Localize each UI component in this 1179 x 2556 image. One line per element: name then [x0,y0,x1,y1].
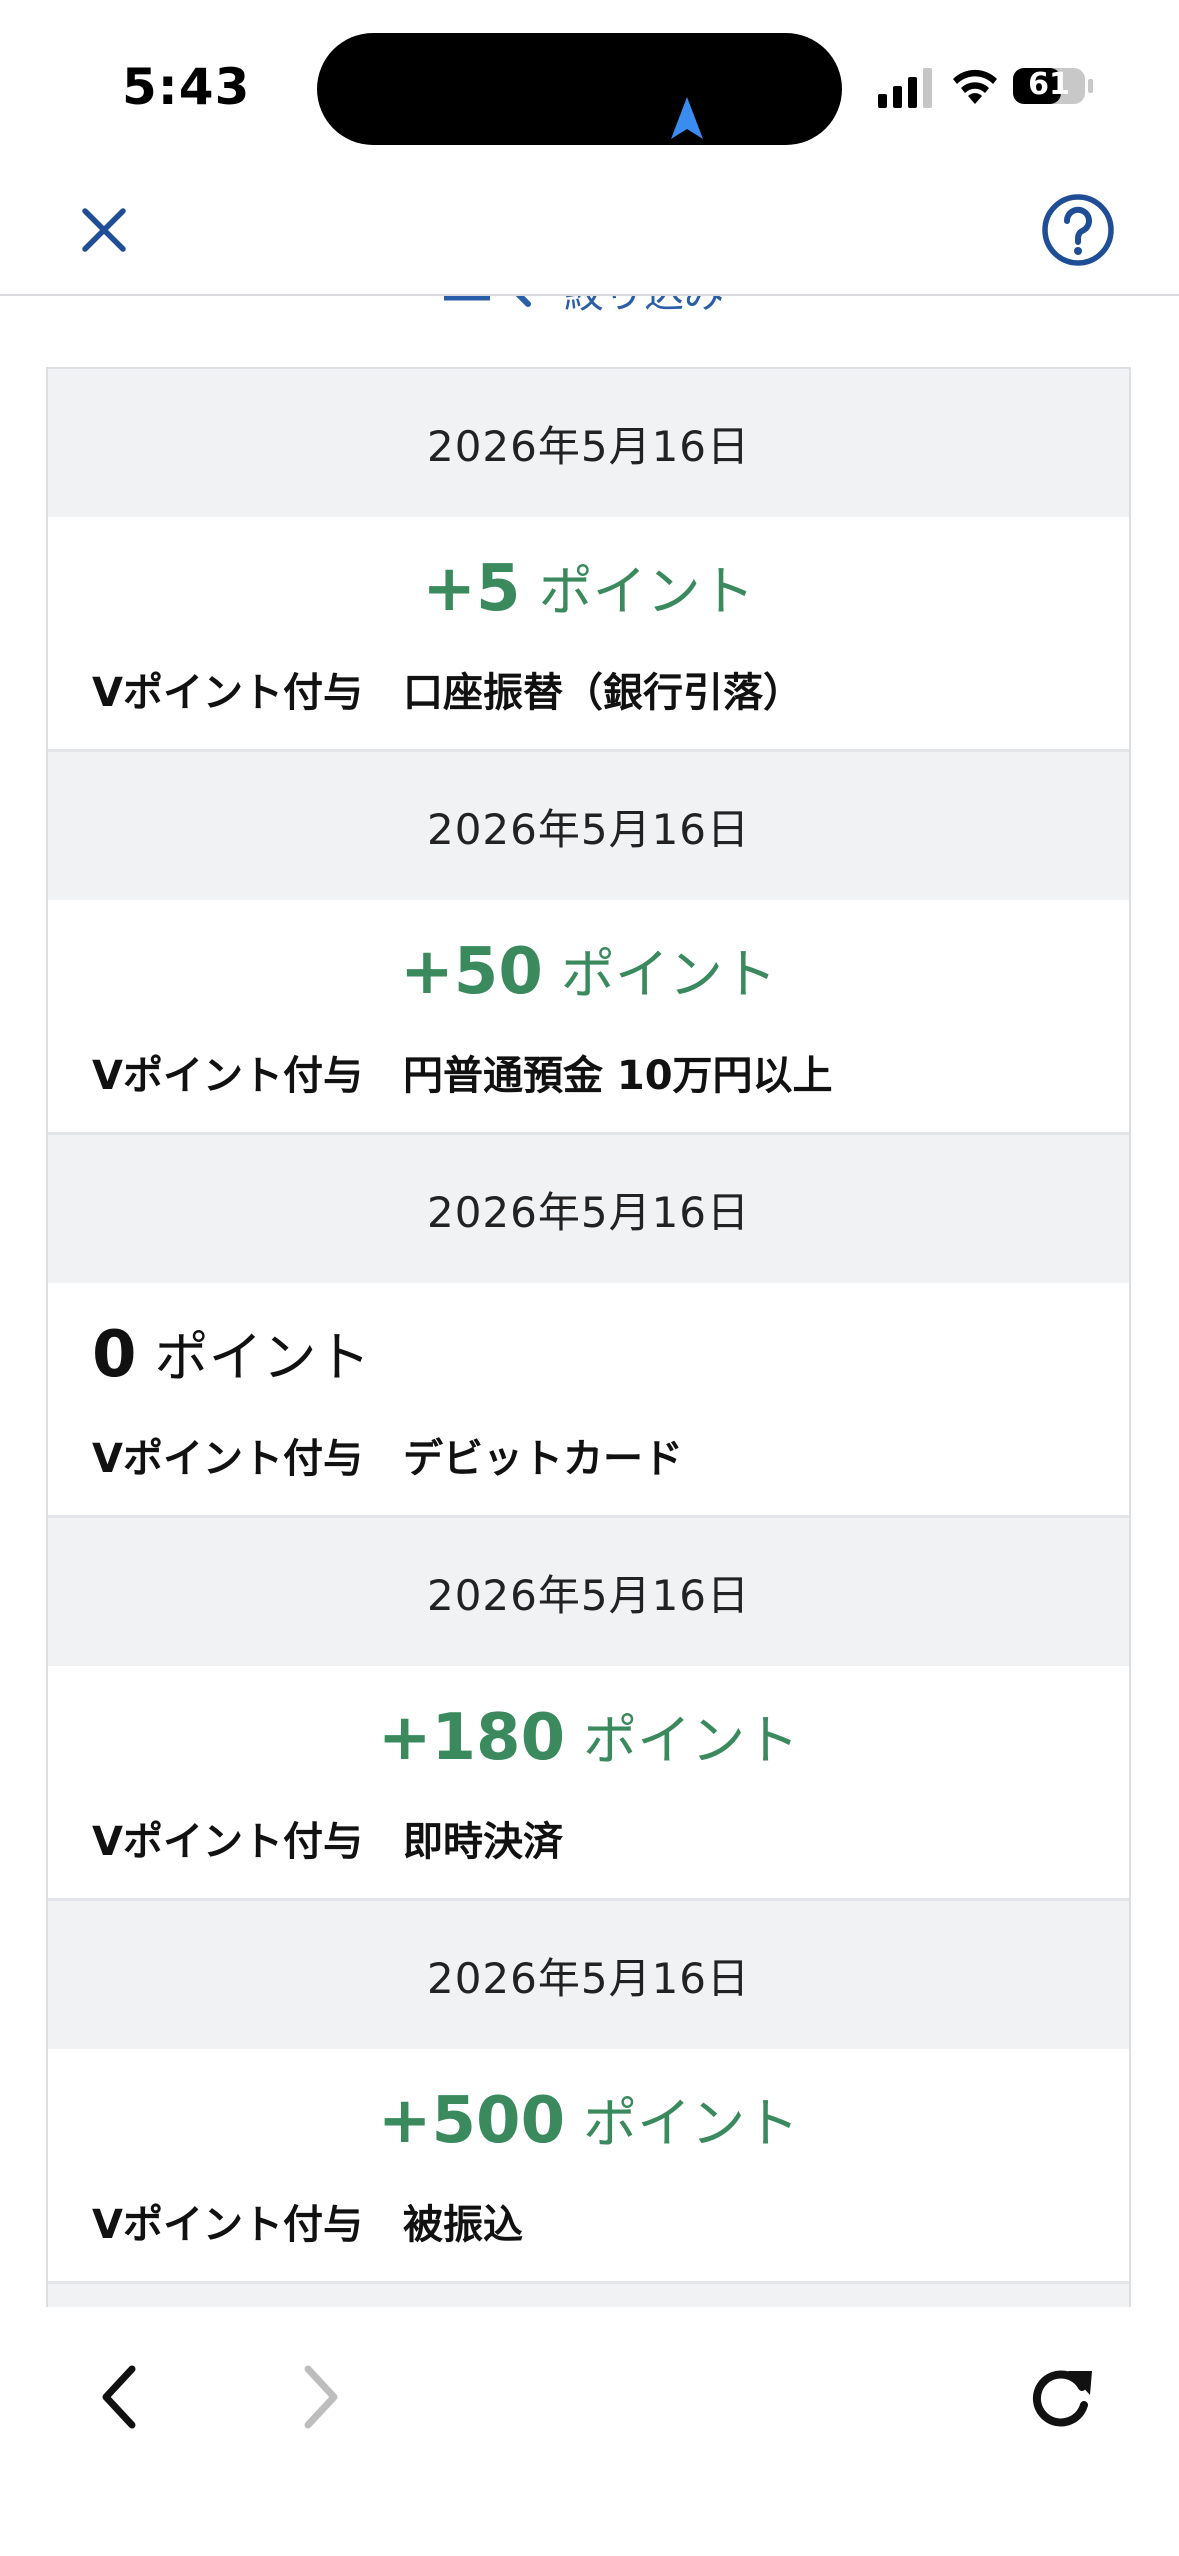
entry-date: 2026年5月16日 [48,1518,1129,1666]
entry-label: Vポイント付与 [92,670,363,716]
entry-body[interactable]: +5 ポイント Vポイント付与 口座振替（銀行引落） [48,517,1129,752]
help-button[interactable] [1040,192,1116,268]
reload-button[interactable] [1022,2357,1098,2437]
history-entry: 2026年5月16日 +5 ポイント Vポイント付与 口座振替（銀行引落） [48,369,1129,752]
points-value: +500 [377,2084,566,2158]
entry-points: +500 ポイント [48,2079,1129,2158]
points-value: 0 [92,1318,137,1392]
entry-date: 2026年5月16日 [48,752,1129,900]
reload-icon [1032,2370,1092,2427]
status-bar: 5:43 61 [0,0,1179,170]
history-entry: 2026年5月16日 +50 ポイント Vポイント付与 円普通預金 10万円以上 [48,752,1129,1135]
entry-date: 2026年5月16日 [48,1135,1129,1283]
dynamic-island [317,33,842,145]
screen: 5:43 61 2026年5月16日 +5 ポイント Vポイント付与 口座振替（… [0,0,1179,2556]
help-icon [1042,194,1114,266]
entry-points: +180 ポイント [48,1696,1129,1775]
entry-label: Vポイント付与 [92,1053,363,1099]
entry-detail: 円普通預金 10万円以上 [402,1053,833,1099]
cellular-signal-icon [878,68,932,108]
history-entry: 2026年5月16日 +180 ポイント Vポイント付与 即時決済 [48,1518,1129,1901]
chevron-right-icon [304,2365,338,2429]
history-entry: 2026年5月16日 0 ポイント Vポイント付与 デビットカード [48,1135,1129,1518]
entry-detail: 口座振替（銀行引落） [402,670,803,716]
location-arrow-icon [671,97,703,139]
entry-body[interactable]: +500 ポイント Vポイント付与 被振込 [48,2049,1129,2284]
forward-button[interactable] [290,2357,350,2437]
entry-label: Vポイント付与 [92,2202,363,2248]
entry-description: Vポイント付与 即時決済 [92,1809,563,1867]
entry-date: 2026年5月16日 [48,369,1129,517]
entry-date-partial [48,2284,1129,2307]
wifi-icon [953,69,997,104]
status-time: 5:43 [122,58,251,116]
entry-body[interactable]: +180 ポイント Vポイント付与 即時決済 [48,1666,1129,1901]
battery-indicator: 61 [1012,66,1094,106]
entry-date: 2026年5月16日 [48,1901,1129,2049]
chevron-left-icon [102,2365,136,2429]
points-unit: ポイント [583,1709,800,1772]
points-value: +5 [422,552,521,626]
entry-points: +50 ポイント [48,930,1129,1009]
entry-detail: 即時決済 [402,1819,563,1865]
points-value: +180 [377,1701,566,1775]
browser-toolbar [0,2307,1179,2556]
entry-body[interactable]: +50 ポイント Vポイント付与 円普通預金 10万円以上 [48,900,1129,1135]
close-icon [82,208,126,252]
entry-label: Vポイント付与 [92,1436,363,1482]
points-unit: ポイント [560,943,777,1006]
points-unit: ポイント [538,560,755,623]
entry-description: Vポイント付与 デビットカード [92,1426,683,1484]
entry-description: Vポイント付与 被振込 [92,2192,523,2250]
entry-description: Vポイント付与 円普通預金 10万円以上 [92,1043,833,1101]
entry-detail: 被振込 [402,2202,523,2248]
entry-points: 0 ポイント [92,1313,1129,1392]
entry-detail: デビットカード [402,1436,683,1482]
points-history-list: 2026年5月16日 +5 ポイント Vポイント付与 口座振替（銀行引落） 2026… [46,367,1131,2307]
history-entry: 2026年5月16日 +500 ポイント Vポイント付与 被振込 [48,1901,1129,2284]
entry-label: Vポイント付与 [92,1819,363,1865]
battery-level: 61 [1028,67,1070,102]
entry-points: +5 ポイント [48,547,1129,626]
back-button[interactable] [90,2357,150,2437]
points-value: +50 [400,935,543,1009]
points-unit: ポイント [583,2092,800,2155]
entry-description: Vポイント付与 口座振替（銀行引落） [92,660,803,718]
close-button[interactable] [68,194,140,266]
points-unit: ポイント [154,1326,371,1389]
app-header [0,170,1179,296]
entry-body[interactable]: 0 ポイント Vポイント付与 デビットカード [48,1283,1129,1518]
